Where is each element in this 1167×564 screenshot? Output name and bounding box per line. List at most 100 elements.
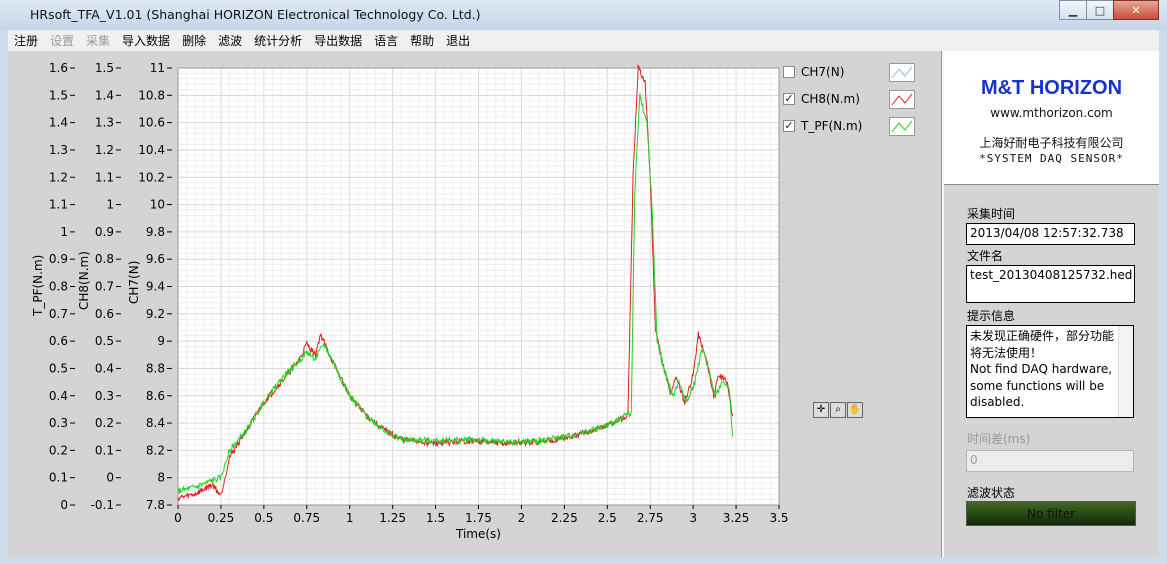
- y-tick-label: 8.2: [146, 443, 165, 457]
- minimize-button[interactable]: ▁: [1059, 0, 1087, 20]
- y-tick-label: 10: [150, 198, 165, 212]
- x-tick-label: 2.25: [551, 511, 578, 525]
- y-tick-label: 7.8: [146, 498, 165, 512]
- timediff-field[interactable]: 0: [966, 450, 1134, 472]
- y-tick-label: 0.7: [49, 307, 68, 321]
- y-tick-label: 1.4: [49, 116, 68, 130]
- maximize-button[interactable]: □: [1086, 0, 1114, 20]
- title-bar: HRsoft_TFA_V1.01 (Shanghai HORIZON Elect…: [0, 0, 1167, 30]
- x-axis-label: Time(s): [455, 527, 501, 541]
- message-line: disabled.: [970, 395, 1025, 409]
- y-tick-label: 0.7: [95, 280, 114, 294]
- y-tick-label: 1.1: [49, 198, 68, 212]
- ch8-checkbox[interactable]: ✓: [783, 93, 795, 105]
- filter-status-label: 滤波状态: [967, 486, 1016, 500]
- menu-item[interactable]: 设置: [44, 32, 80, 49]
- y-axis-label-ch7: CH7(N): [127, 260, 141, 304]
- y-tick-label: 0.4: [95, 361, 114, 375]
- y-tick-label: 10.4: [138, 143, 165, 157]
- y-tick-label: 0.6: [95, 307, 114, 321]
- close-button[interactable]: ✕: [1113, 0, 1159, 20]
- y-tick-label: 1.5: [49, 88, 68, 102]
- brand-company: 上海好耐电子科技有限公司: [979, 136, 1124, 150]
- y-tick-label: 9.2: [146, 307, 165, 321]
- y-tick-label: 0.2: [49, 443, 68, 457]
- y-tick-label: 0.5: [95, 334, 114, 348]
- acq-time-field[interactable]: 2013/04/08 12:57:32.738: [966, 223, 1135, 245]
- x-tick-label: 0.25: [208, 511, 235, 525]
- y-tick-label: 0.9: [95, 225, 114, 239]
- y-tick-label: 10.8: [138, 88, 165, 102]
- series-line: [177, 63, 734, 502]
- zoom-icon[interactable]: ⌕: [830, 402, 846, 418]
- y-tick-label: 0.8: [95, 252, 114, 266]
- y-tick-label: 1.1: [95, 170, 114, 184]
- y-tick-label: 0.1: [49, 471, 68, 485]
- y-tick-label: 0.3: [95, 389, 114, 403]
- ch7-swatch[interactable]: [889, 63, 915, 82]
- message-line: 未发现正确硬件，部分功能: [970, 329, 1115, 343]
- window-controls: ▁ □ ✕: [1059, 0, 1159, 20]
- x-tick-label: 3: [689, 511, 697, 525]
- acq-time-label: 采集时间: [967, 207, 1016, 221]
- crosshair-icon[interactable]: ✛: [813, 402, 829, 418]
- menu-item[interactable]: 导入数据: [116, 32, 176, 49]
- x-tick-label: 1.25: [379, 511, 406, 525]
- tpf-checkbox[interactable]: ✓: [783, 120, 795, 132]
- legend-ch7: CH7(N): [801, 65, 845, 79]
- timediff-label: 时间差(ms): [967, 432, 1031, 446]
- y-tick-label: 0.6: [49, 334, 68, 348]
- y-tick-label: 8.4: [146, 416, 165, 430]
- x-tick-label: 2.75: [637, 511, 664, 525]
- y-tick-label: 1: [106, 198, 114, 212]
- y-tick-label: 0.8: [49, 280, 68, 294]
- menu-item[interactable]: 导出数据: [308, 32, 368, 49]
- x-tick-label: 2: [518, 511, 526, 525]
- y-tick-label: 1.3: [49, 143, 68, 157]
- window-title: HRsoft_TFA_V1.01 (Shanghai HORIZON Elect…: [30, 7, 481, 22]
- y-tick-label: 11: [150, 61, 165, 75]
- y-tick-label: 1.3: [95, 116, 114, 130]
- tpf-swatch[interactable]: [889, 117, 915, 136]
- y-tick-label: -0.1: [91, 498, 114, 512]
- x-tick-label: 1: [346, 511, 354, 525]
- pan-hand-icon[interactable]: ✋: [847, 402, 863, 418]
- y-tick-label: 8: [157, 471, 165, 485]
- menu-item[interactable]: 统计分析: [248, 32, 308, 49]
- message-line: 将无法使用！: [970, 345, 1043, 360]
- x-tick-label: 0.75: [293, 511, 320, 525]
- menu-item[interactable]: 退出: [440, 32, 476, 49]
- graph-palette: ✛ ⌕ ✋: [813, 402, 864, 418]
- ch8-swatch[interactable]: [889, 90, 915, 109]
- y-tick-label: 1.2: [95, 143, 114, 157]
- x-tick-label: 1.5: [426, 511, 445, 525]
- message-scrollbar[interactable]: [1118, 326, 1133, 417]
- y-tick-label: 0.5: [49, 361, 68, 375]
- menu-item[interactable]: 帮助: [404, 32, 440, 49]
- x-tick-label: 0: [174, 511, 182, 525]
- y-tick-label: 10.2: [138, 170, 165, 184]
- menu-item[interactable]: 语言: [368, 32, 404, 49]
- ch7-checkbox[interactable]: [783, 66, 795, 78]
- legend-ch8: CH8(N.m): [801, 92, 860, 106]
- x-tick-label: 1.75: [465, 511, 492, 525]
- menu-item[interactable]: 滤波: [212, 32, 248, 49]
- y-axis-label-tpf: T_PF(N.m): [31, 254, 45, 316]
- message-line: some functions will be: [970, 378, 1105, 393]
- y-tick-label: 0.9: [49, 252, 68, 266]
- x-tick-label: 0.5: [254, 511, 273, 525]
- filename-field[interactable]: test_20130408125732.hed: [966, 265, 1135, 303]
- x-tick-label: 2.5: [598, 511, 617, 525]
- app-window: HRsoft_TFA_V1.01 (Shanghai HORIZON Elect…: [0, 0, 1167, 564]
- message-box[interactable]: 未发现正确硬件，部分功能 将无法使用！ Not find DAQ hardwar…: [966, 325, 1134, 418]
- x-tick-label: 3.5: [769, 511, 788, 525]
- y-tick-label: 0.1: [95, 443, 114, 457]
- menu-item[interactable]: 删除: [176, 32, 212, 49]
- brand-name: M&T HORIZON: [980, 77, 1123, 99]
- menu-item[interactable]: 采集: [80, 32, 116, 49]
- menu-item[interactable]: 注册: [8, 32, 44, 49]
- y-tick-label: 0: [106, 471, 114, 485]
- y-tick-label: 0.3: [49, 416, 68, 430]
- y-tick-label: 9.4: [146, 280, 165, 294]
- y-tick-label: 1.2: [49, 170, 68, 184]
